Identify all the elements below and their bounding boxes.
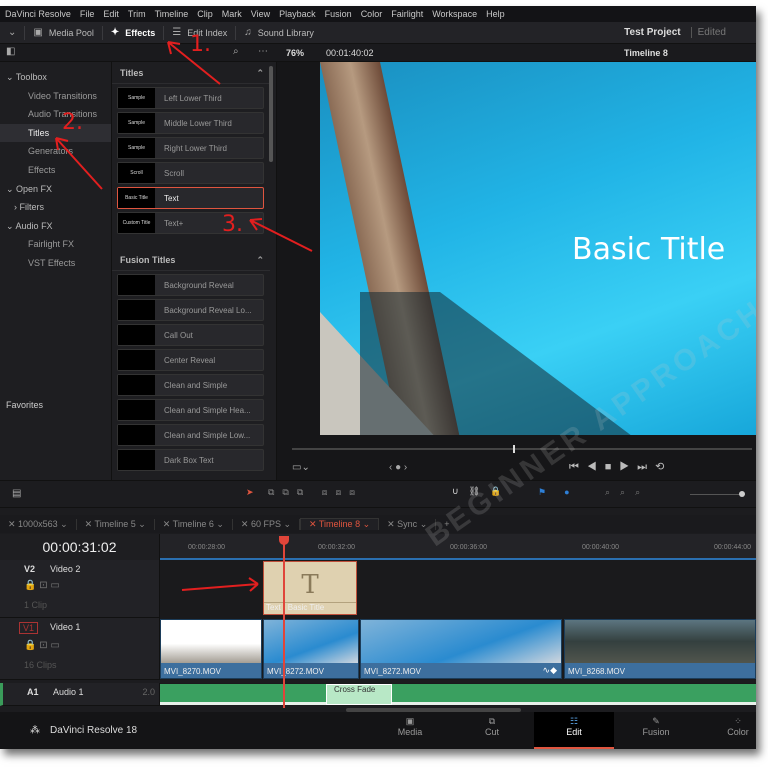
annotation-arrows — [55, 41, 313, 592]
arrow-to-text — [249, 218, 313, 252]
davinci-resolve-window: DaVinci Resolve File Edit Trim Timeline Clip M… — [0, 6, 756, 749]
arrow-to-titles — [55, 137, 103, 190]
arrow-to-title-clip — [181, 577, 259, 592]
arrow-to-effects — [167, 41, 221, 85]
